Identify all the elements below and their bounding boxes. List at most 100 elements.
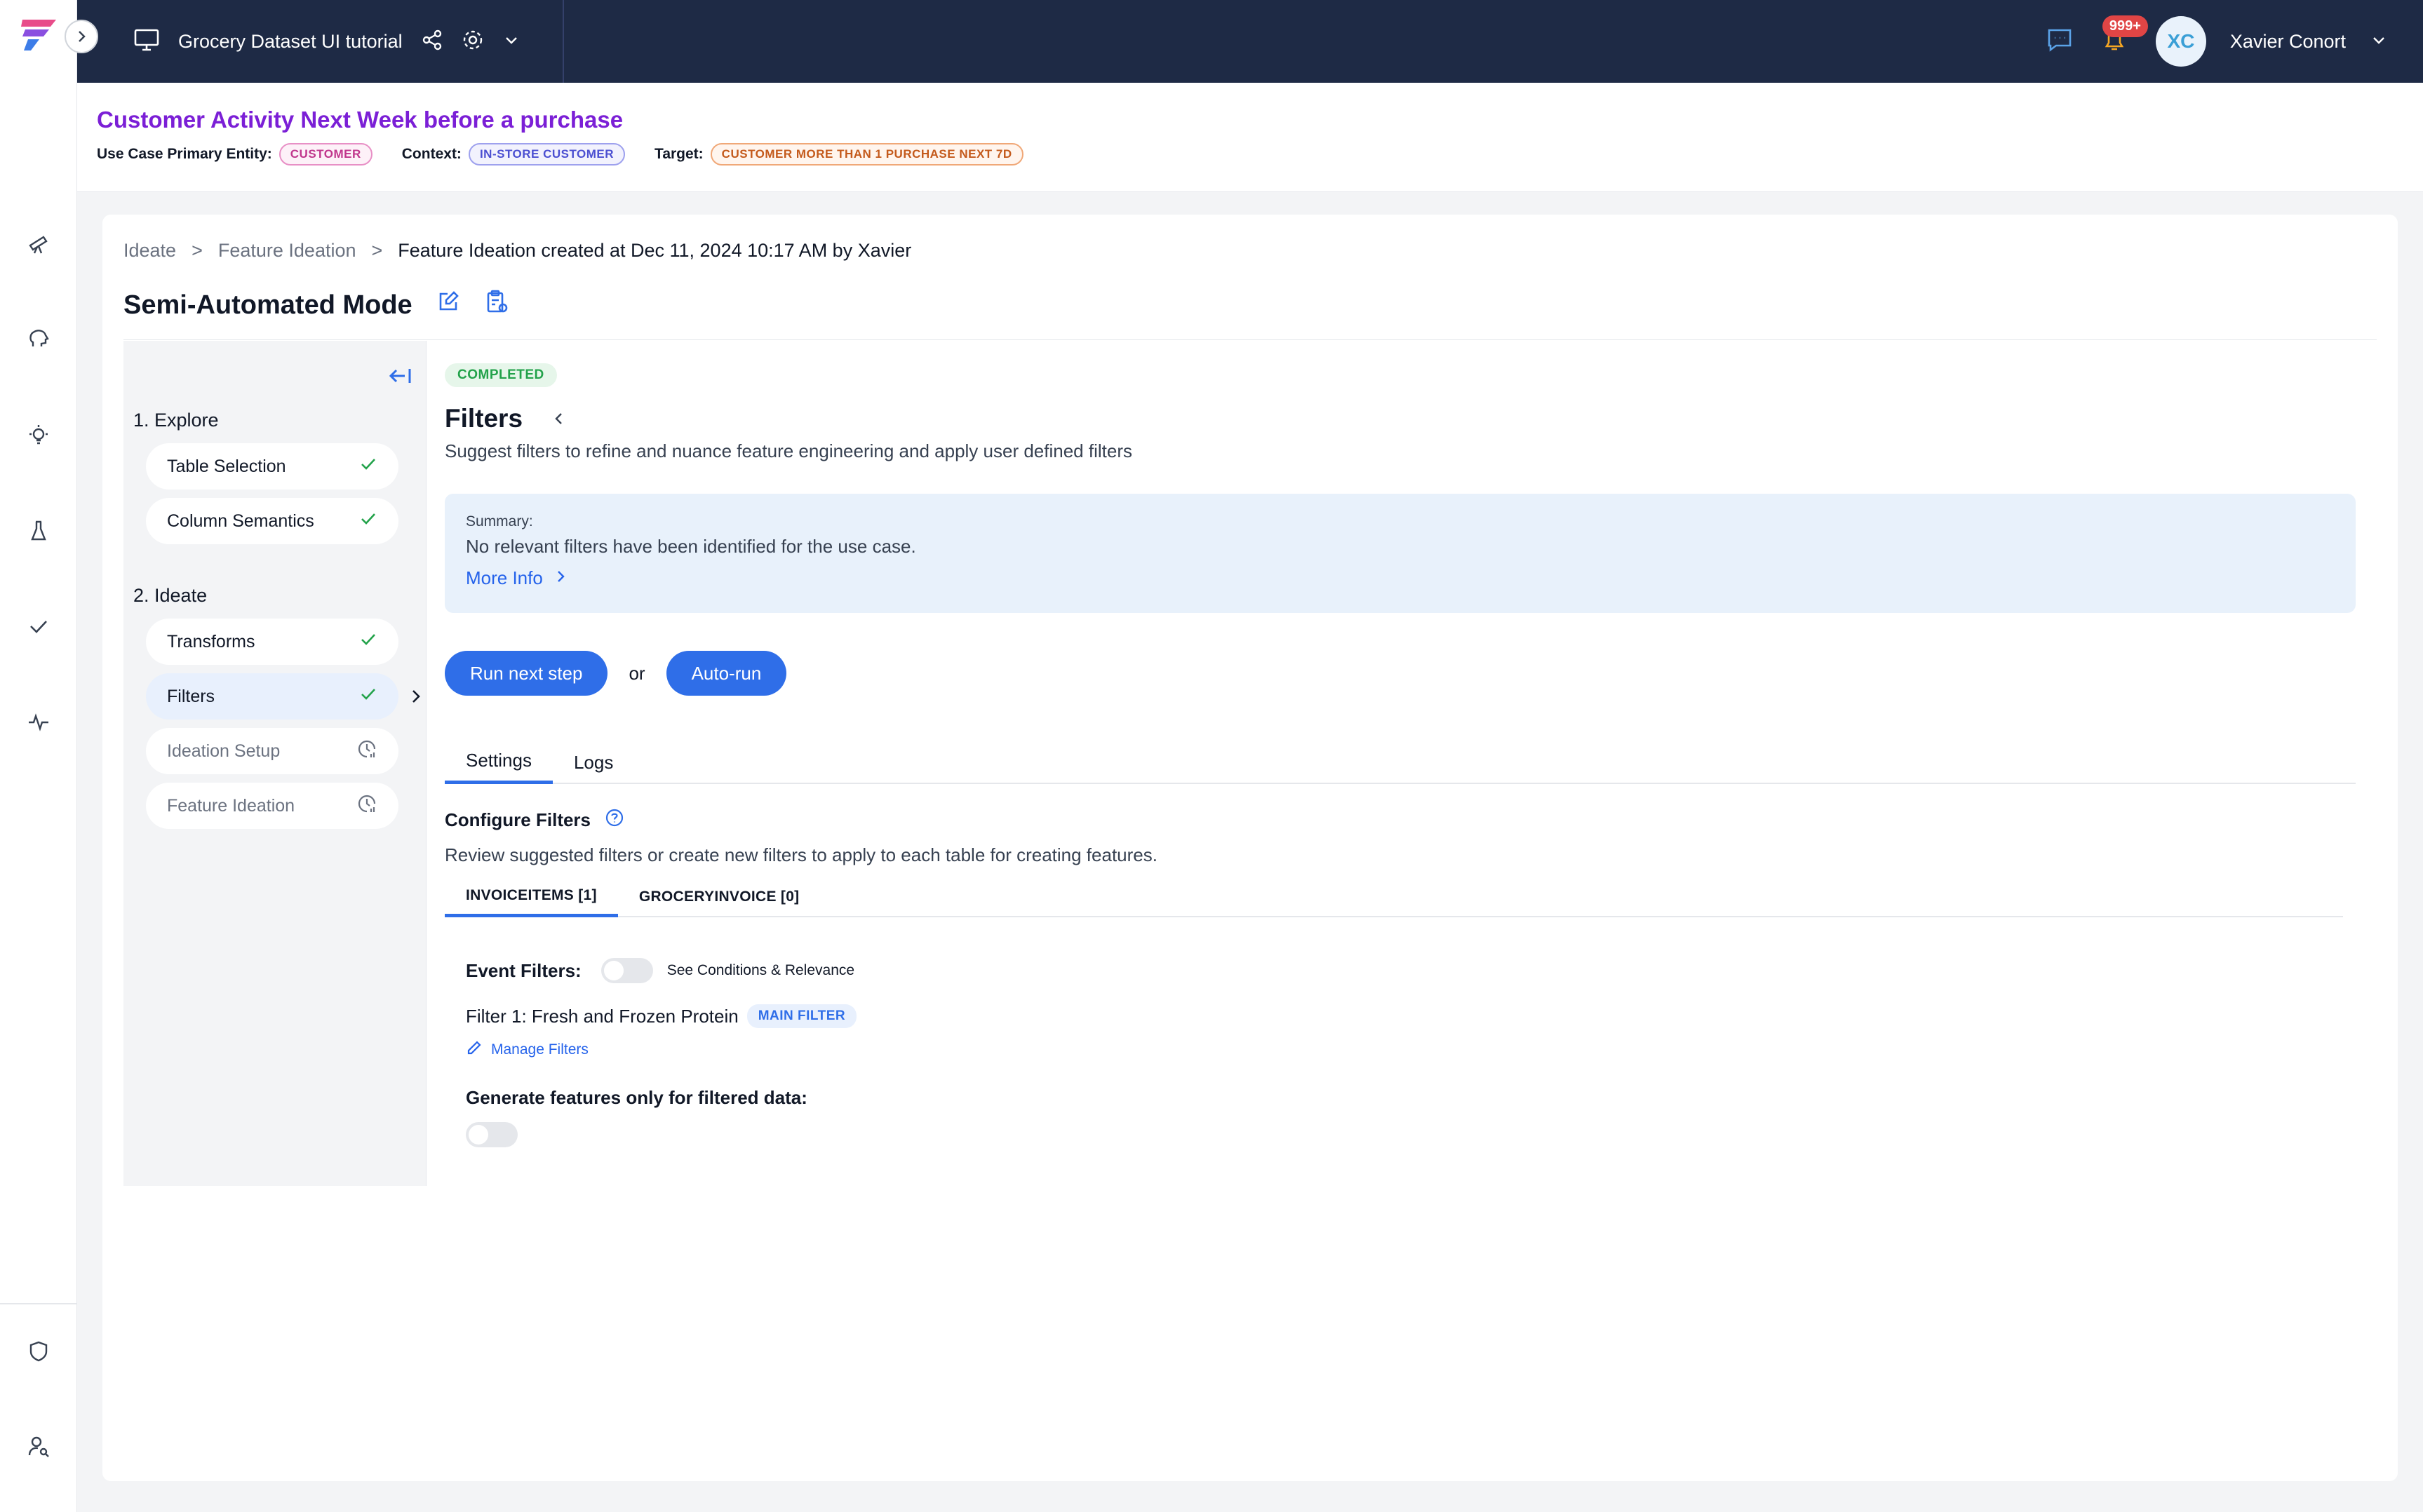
see-conditions-toggle[interactable] <box>600 958 653 983</box>
project-title[interactable]: Grocery Dataset UI tutorial <box>178 31 403 53</box>
auto-run-button[interactable]: Auto-run <box>666 651 787 696</box>
configure-filters-title: Configure Filters <box>445 808 624 832</box>
activity-icon[interactable] <box>21 704 56 739</box>
rail-divider <box>0 1303 77 1304</box>
filters-subtitle: Suggest filters to refine and nuance fea… <box>445 440 1132 461</box>
title-divider <box>123 339 2377 340</box>
chat-icon[interactable] <box>2046 27 2073 56</box>
left-rail <box>0 0 98 1512</box>
settings-tabs: Settings Logs <box>445 741 2356 784</box>
configure-filters-text: Configure Filters <box>445 809 591 830</box>
avatar[interactable]: XC <box>2155 16 2206 67</box>
monitor-icon <box>133 28 160 55</box>
chevron-right-icon <box>553 567 568 589</box>
step-ideation-setup[interactable]: Ideation Setup <box>146 728 398 774</box>
use-case-title[interactable]: Customer Activity Next Week before a pur… <box>97 107 623 133</box>
check-icon <box>359 510 377 533</box>
user-name[interactable]: Xavier Conort <box>2230 31 2346 53</box>
context-label: Context: <box>401 146 462 162</box>
table-tabs: INVOICEITEMS [1] GROCERYINVOICE [0] <box>445 877 2343 917</box>
tab-settings[interactable]: Settings <box>445 741 553 784</box>
or-text: or <box>629 662 645 684</box>
step-label: Ideation Setup <box>167 741 281 761</box>
check-icon <box>359 685 377 708</box>
event-filters-row: Event Filters: See Conditions & Relevanc… <box>466 958 854 983</box>
manage-filters-label: Manage Filters <box>491 1041 589 1058</box>
step-label: Filters <box>167 686 215 706</box>
section-label-explore: 1. Explore <box>133 410 219 431</box>
chevron-right-icon <box>405 686 427 707</box>
see-conditions-label: See Conditions & Relevance <box>666 962 855 978</box>
steps-sidebar: 1. Explore Table Selection Column Semant… <box>123 341 427 1186</box>
clock-icon <box>356 793 377 819</box>
telescope-icon[interactable] <box>21 226 56 261</box>
step-column-semantics[interactable]: Column Semantics <box>146 498 398 544</box>
expand-sidebar-button[interactable] <box>65 20 98 53</box>
flask-icon[interactable] <box>21 513 56 548</box>
checkmark-icon[interactable] <box>21 609 56 644</box>
entity-badge[interactable]: CUSTOMER <box>278 143 372 166</box>
breadcrumb: Ideate > Feature Ideation > Feature Idea… <box>123 240 911 262</box>
pencil-icon <box>466 1039 483 1060</box>
use-case-meta: Use Case Primary Entity: CUSTOMER Contex… <box>97 143 1053 166</box>
notifications-button[interactable]: 999+ <box>2097 15 2148 59</box>
project-header: Grocery Dataset UI tutorial <box>133 0 521 83</box>
clipboard-settings-icon[interactable] <box>484 289 509 321</box>
target-label: Target: <box>655 146 704 162</box>
notification-count-badge: 999+ <box>2102 15 2148 37</box>
summary-label: Summary: <box>466 513 533 529</box>
clock-icon <box>356 738 377 764</box>
brain-icon[interactable] <box>21 321 56 356</box>
action-buttons: Run next step or Auto-run <box>445 651 787 696</box>
step-label: Feature Ideation <box>167 795 295 816</box>
use-case-header: Customer Activity Next Week before a pur… <box>77 83 2423 192</box>
more-info-link[interactable]: More Info <box>466 567 2335 589</box>
page-title: Semi-Automated Mode <box>123 289 509 321</box>
share-icon[interactable] <box>421 29 443 55</box>
target-badge[interactable]: CUSTOMER MORE THAN 1 PURCHASE NEXT 7D <box>710 143 1023 166</box>
step-label: Transforms <box>167 631 255 652</box>
chevron-left-icon[interactable] <box>551 404 568 433</box>
event-filters-label: Event Filters: <box>466 959 582 981</box>
run-next-step-button[interactable]: Run next step <box>445 651 608 696</box>
breadcrumb-ideate[interactable]: Ideate <box>123 240 176 262</box>
breadcrumb-separator: > <box>192 240 203 261</box>
gear-icon[interactable] <box>462 29 484 55</box>
app-logo-icon[interactable] <box>18 15 60 55</box>
check-icon <box>359 455 377 478</box>
edit-icon[interactable] <box>436 290 460 320</box>
context-badge[interactable]: IN-STORE CUSTOMER <box>468 143 626 166</box>
tab-groceryinvoice[interactable]: GROCERYINVOICE [0] <box>618 877 821 917</box>
shield-icon[interactable] <box>21 1334 56 1369</box>
help-icon[interactable] <box>605 808 624 832</box>
chevron-down-icon[interactable] <box>502 31 521 53</box>
topbar-right: 999+ XC Xavier Conort <box>2046 0 2388 83</box>
lightbulb-icon[interactable] <box>21 418 56 453</box>
user-search-icon[interactable] <box>21 1429 56 1464</box>
tab-invoiceitems[interactable]: INVOICEITEMS [1] <box>445 877 618 917</box>
summary-box: Summary: No relevant filters have been i… <box>445 494 2356 613</box>
step-transforms[interactable]: Transforms <box>146 619 398 665</box>
breadcrumb-separator: > <box>371 240 383 261</box>
configure-filters-description: Review suggested filters or create new f… <box>445 844 1157 865</box>
check-icon <box>359 630 377 654</box>
mode-title-text: Semi-Automated Mode <box>123 290 412 320</box>
filters-title: Filters <box>445 404 568 433</box>
collapse-sidebar-icon[interactable] <box>387 362 415 390</box>
tab-logs[interactable]: Logs <box>553 741 634 784</box>
manage-filters-link[interactable]: Manage Filters <box>466 1039 589 1060</box>
more-info-label: More Info <box>466 567 543 588</box>
status-badge: COMPLETED <box>445 363 557 387</box>
step-table-selection[interactable]: Table Selection <box>146 443 398 490</box>
user-menu-chevron-icon[interactable] <box>2370 31 2388 53</box>
step-feature-ideation[interactable]: Feature Ideation <box>146 783 398 829</box>
step-label: Column Semantics <box>167 511 314 531</box>
filters-title-text: Filters <box>445 404 523 433</box>
generate-filtered-toggle[interactable] <box>466 1122 518 1147</box>
generate-filtered-toggle-wrap <box>466 1122 518 1147</box>
breadcrumb-current: Feature Ideation created at Dec 11, 2024… <box>398 240 912 261</box>
step-filters[interactable]: Filters <box>146 673 398 720</box>
filter-item: Filter 1: Fresh and Frozen Protein MAIN … <box>466 1004 857 1028</box>
breadcrumb-feature-ideation[interactable]: Feature Ideation <box>218 240 356 262</box>
section-label-ideate: 2. Ideate <box>133 585 208 606</box>
